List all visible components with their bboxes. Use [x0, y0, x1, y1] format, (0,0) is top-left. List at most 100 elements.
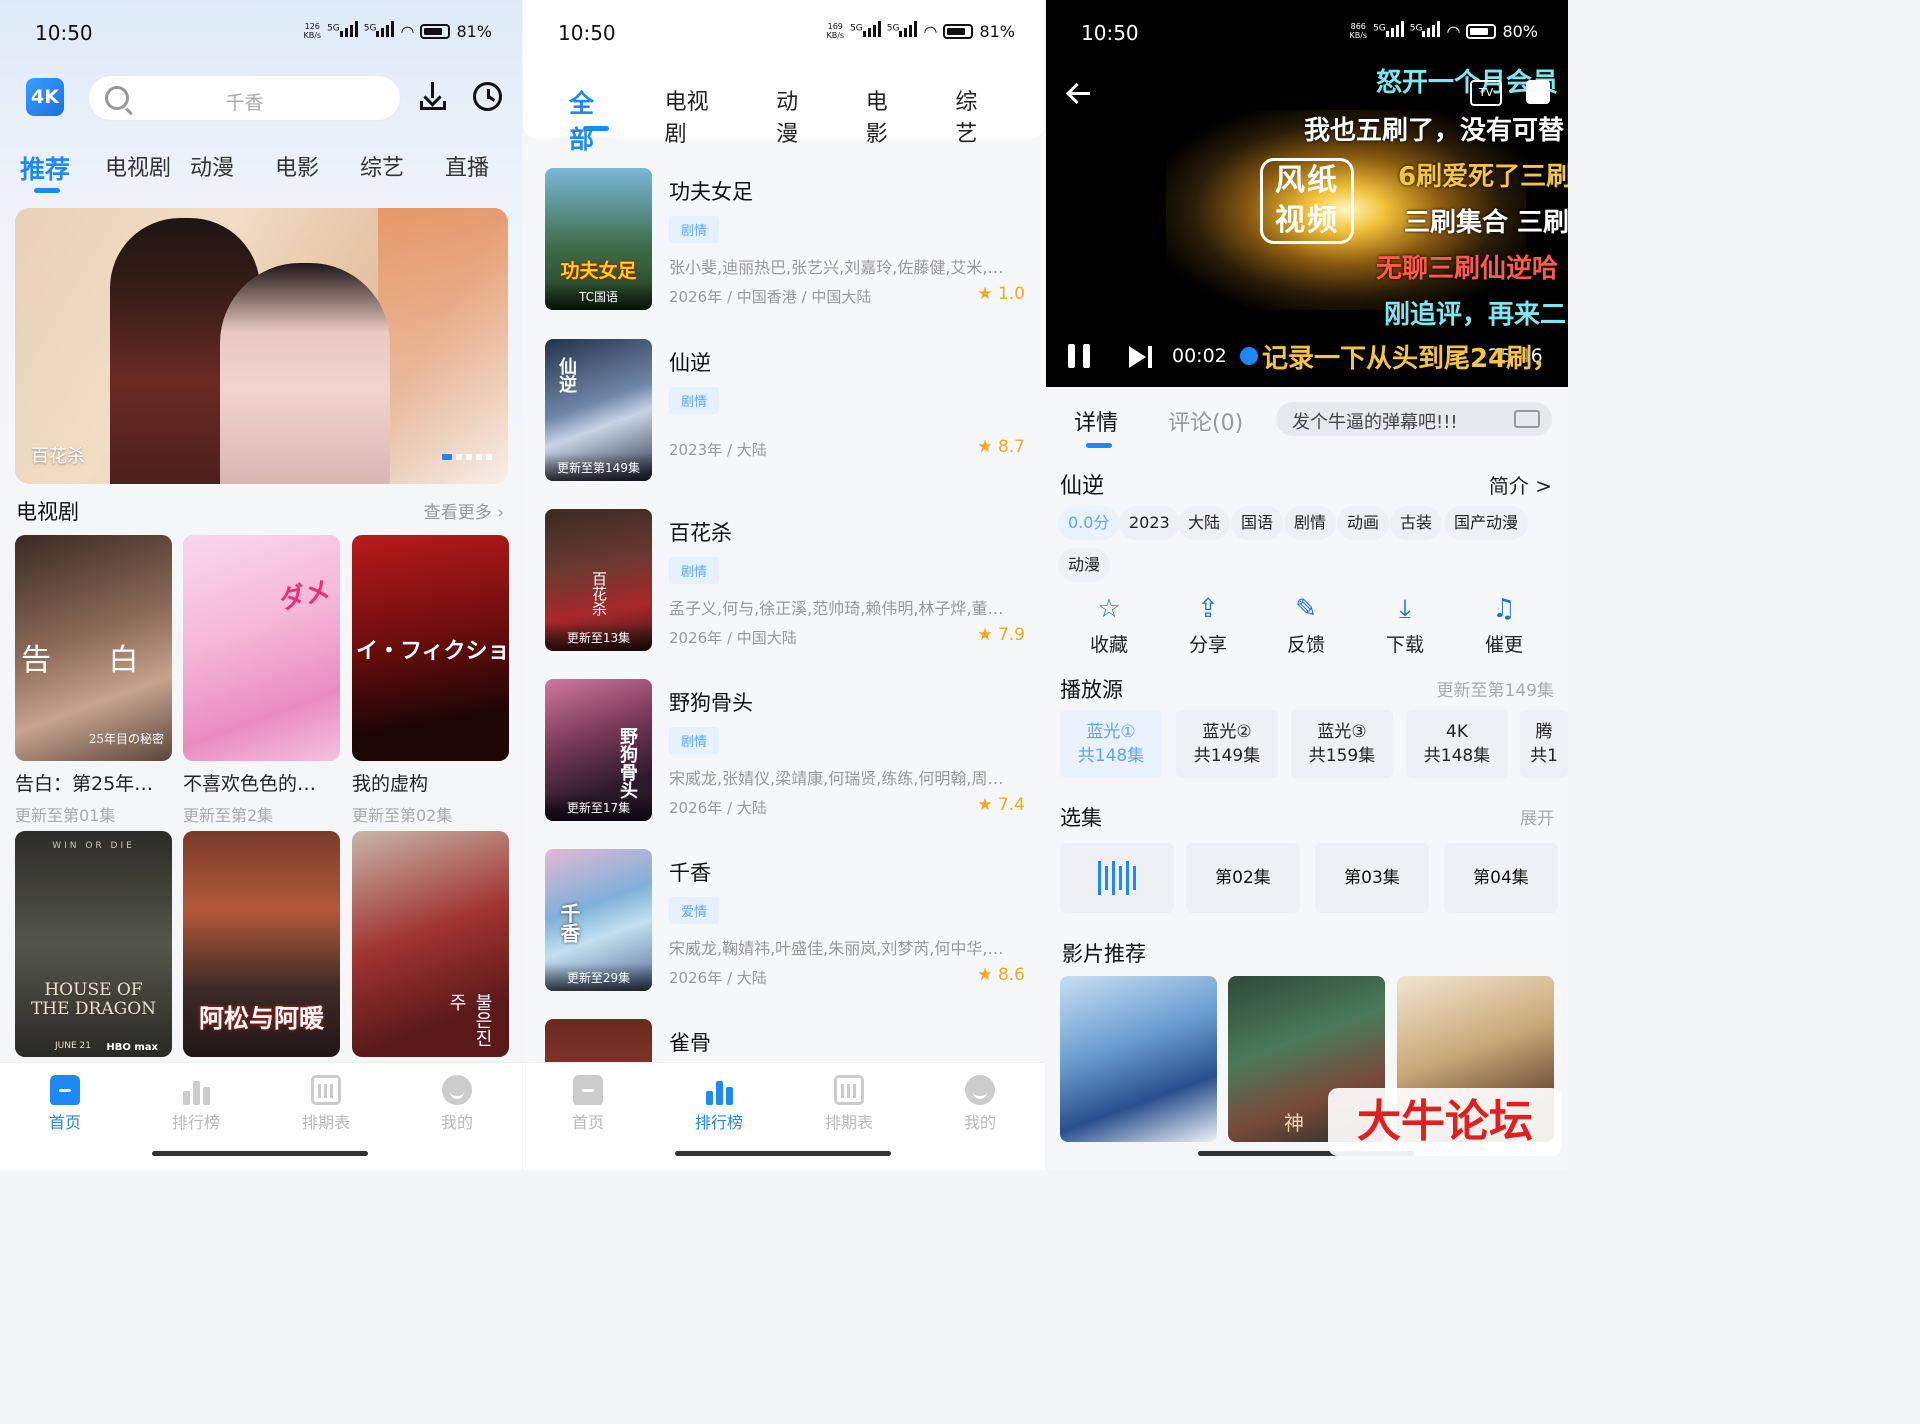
- episode-item[interactable]: 第04集: [1444, 843, 1558, 913]
- source-item[interactable]: 腾共1: [1520, 710, 1568, 778]
- download-icon[interactable]: [420, 82, 446, 110]
- drama-card[interactable]: イ・フィクショ 我的虚构 更新至第02集: [352, 535, 509, 826]
- share-button[interactable]: ⇪ 分享: [1168, 594, 1248, 657]
- nav-schedule[interactable]: 排期表: [799, 1075, 899, 1133]
- battery-level: 81%: [979, 21, 1015, 41]
- language-chip: 国语: [1231, 506, 1284, 540]
- card-status: 更新至第01集: [15, 806, 116, 825]
- danmaku-input[interactable]: 发个牛逼的弹幕吧!!!: [1276, 402, 1552, 436]
- tab-all[interactable]: 全部: [569, 84, 619, 156]
- genre-chip: 剧情: [1284, 506, 1337, 540]
- year-chip: 2023: [1119, 506, 1180, 540]
- feedback-button[interactable]: ✎ 反馈: [1266, 594, 1346, 657]
- episode-item-playing[interactable]: [1060, 843, 1174, 913]
- star-icon: ☆: [1097, 594, 1121, 624]
- tab-variety[interactable]: 综艺: [360, 150, 445, 186]
- genre-tag: 剧情: [669, 557, 720, 584]
- tab-anime[interactable]: 动漫: [190, 150, 275, 186]
- source-item[interactable]: 蓝光② 共149集: [1176, 710, 1278, 778]
- item-meta: 2026年 / 中国香港 / 中国大陆: [669, 288, 872, 306]
- item-cast: 张小斐,迪丽热巴,张艺兴,刘嘉玲,佐藤健,艾米,…: [669, 258, 1004, 277]
- signal-icon: 5G: [1373, 21, 1404, 41]
- signal-icon: 5G: [327, 21, 358, 41]
- list-item[interactable]: 功夫女足 TC国语 功夫女足 剧情 张小斐,迪丽热巴,张艺兴,刘嘉玲,佐藤健,艾…: [545, 168, 1025, 310]
- status-time: 10:50: [558, 21, 616, 45]
- pause-icon[interactable]: [1068, 344, 1090, 368]
- status-time: 10:50: [1081, 21, 1139, 45]
- wifi-icon: ◠: [923, 21, 938, 41]
- tab-tv[interactable]: 电视剧: [665, 84, 730, 156]
- source-item[interactable]: 蓝光③ 共159集: [1291, 710, 1393, 778]
- tab-tv[interactable]: 电视剧: [105, 150, 190, 186]
- episode-badge: 更新至17集: [545, 793, 652, 821]
- danmaku-settings-icon[interactable]: [1514, 410, 1540, 428]
- list-item[interactable]: 仙逆 更新至第149集 仙逆 剧情 2023年 / 大陆 ★ 8.7: [545, 339, 1025, 481]
- hero-banner[interactable]: 百花杀: [15, 208, 508, 484]
- genre-tag: 剧情: [669, 387, 720, 414]
- remind-button[interactable]: ♫ 催更: [1464, 594, 1544, 657]
- tab-detail[interactable]: 详情: [1074, 405, 1118, 448]
- progress-handle[interactable]: [1240, 347, 1258, 365]
- app-logo[interactable]: 4K: [26, 78, 64, 116]
- network-speed: 126 KB/s: [303, 22, 322, 40]
- drama-card[interactable]: 불은진주: [352, 831, 509, 1057]
- expand-link[interactable]: 展开: [1520, 804, 1554, 829]
- tab-recommend[interactable]: 推荐: [20, 150, 105, 193]
- item-meta: 2026年 / 中国大陆: [669, 629, 797, 647]
- chart-icon: [181, 1075, 211, 1105]
- danmaku-comment: 无聊三刷仙逆哈: [1376, 254, 1559, 284]
- nav-rank[interactable]: 排行榜: [146, 1075, 246, 1133]
- download-button[interactable]: ⤓ 下载: [1365, 594, 1445, 657]
- nav-schedule[interactable]: 排期表: [276, 1075, 376, 1133]
- home-indicator: [152, 1151, 368, 1156]
- nav-rank[interactable]: 排行榜: [669, 1075, 769, 1133]
- card-title: 我的虚构: [352, 773, 429, 795]
- next-episode-icon[interactable]: [1129, 346, 1152, 368]
- tab-movie[interactable]: 电影: [275, 150, 360, 186]
- source-item[interactable]: 4K 共148集: [1406, 710, 1508, 778]
- list-item[interactable]: 百花杀 更新至13集 百花杀 剧情 孟子义,何与,徐正溪,范帅琦,赖伟明,林子烨…: [545, 509, 1025, 651]
- tab-variety[interactable]: 综艺: [955, 84, 999, 156]
- tab-anime[interactable]: 动漫: [776, 84, 820, 156]
- tab-live[interactable]: 直播: [445, 150, 522, 186]
- source-item[interactable]: 蓝光① 共148集: [1060, 710, 1162, 778]
- nav-home[interactable]: 首页: [538, 1075, 638, 1133]
- list-item[interactable]: 野狗骨头 更新至17集 野狗骨头 剧情 宋威龙,张婧仪,梁靖康,何瑞贤,练练,何…: [545, 679, 1025, 821]
- pip-icon[interactable]: [1526, 80, 1550, 104]
- item-meta: 2023年 / 大陆: [669, 441, 767, 459]
- see-more-link[interactable]: 查看更多 ›: [424, 498, 504, 523]
- genre-chip: 国产动漫: [1444, 506, 1529, 540]
- nav-home[interactable]: 首页: [15, 1075, 115, 1133]
- recommend-card[interactable]: [1060, 976, 1217, 1142]
- wifi-icon: ◠: [400, 21, 415, 41]
- search-input[interactable]: 千香: [88, 75, 401, 121]
- danmaku-comment: 刚追评，再来二: [1384, 300, 1567, 330]
- list-item[interactable]: 千香 更新至29集 千香 爱情 宋威龙,鞠婧祎,叶盛佳,朱丽岚,刘梦芮,何中华,…: [545, 849, 1025, 991]
- tab-movie[interactable]: 电影: [866, 84, 910, 156]
- favorite-button[interactable]: ☆ 收藏: [1069, 594, 1149, 657]
- drama-card[interactable]: 阿松与阿暖: [183, 831, 340, 1057]
- detail-screen: 风纸视频 10:50 866 KB/s 5G 5G ◠ 80% 怒开一个月会员 我…: [1046, 0, 1568, 1170]
- tv-cast-icon[interactable]: TV: [1470, 80, 1502, 106]
- tab-comments[interactable]: 评论(0): [1168, 405, 1243, 437]
- history-icon[interactable]: [473, 82, 502, 111]
- source-status: 更新至第149集: [1436, 681, 1554, 701]
- section-title: 电视剧: [16, 500, 79, 524]
- nav-me[interactable]: 我的: [930, 1075, 1030, 1133]
- rank-screen: 10:50 169 KB/s 5G 5G ◠ 81% 全部 电视剧 动漫 电影 综…: [523, 0, 1045, 1170]
- profile-icon: [442, 1075, 472, 1105]
- episode-item[interactable]: 第03集: [1315, 843, 1429, 913]
- episode-item[interactable]: 第02集: [1186, 843, 1300, 913]
- nav-me[interactable]: 我的: [407, 1075, 507, 1133]
- back-arrow-icon[interactable]: [1066, 80, 1092, 106]
- item-cast: 孟子义,何与,徐正溪,范帅琦,赖伟明,林子烨,董…: [669, 599, 1004, 618]
- video-player[interactable]: 风纸视频 10:50 866 KB/s 5G 5G ◠ 80% 怒开一个月会员 我…: [1046, 0, 1568, 387]
- drama-card[interactable]: WIN OR DIE HOUSE OF THE DRAGON JUNE 21 H…: [15, 831, 172, 1057]
- drama-card[interactable]: ダメ 不喜欢色色的… 更新至第2集: [183, 535, 340, 826]
- drama-card[interactable]: 告 白 25年目の秘密 告白：第25年… 更新至第01集: [15, 535, 172, 826]
- region-chip: 大陆: [1178, 506, 1231, 540]
- category-tabs: 推荐 电视剧 动漫 电影 综艺 直播: [20, 150, 522, 193]
- video-watermark: 风纸视频: [1260, 158, 1354, 244]
- banner-figure-right: [220, 263, 390, 484]
- intro-link[interactable]: 简介 >: [1489, 470, 1552, 499]
